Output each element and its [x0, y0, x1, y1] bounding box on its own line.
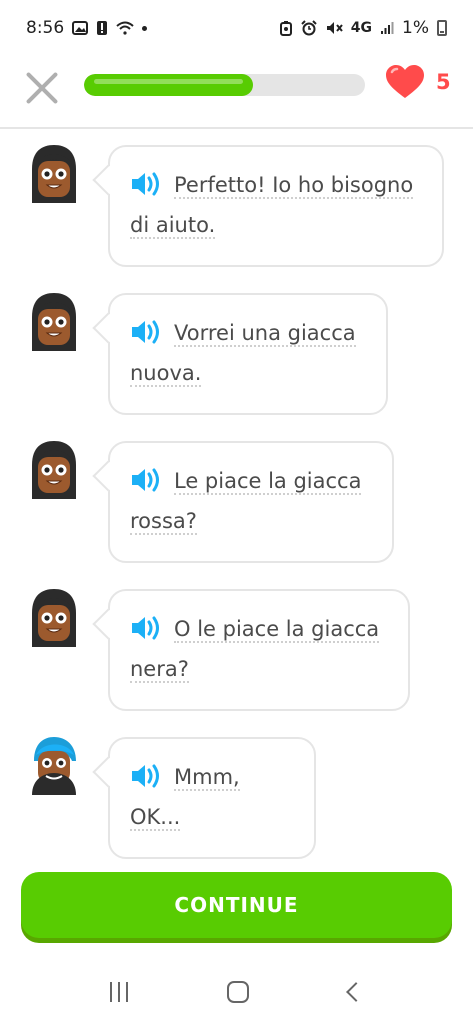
- mute-icon: [325, 20, 343, 36]
- speaker-icon[interactable]: [130, 762, 162, 790]
- system-nav-bar: [0, 960, 473, 1024]
- message-bubble: Le piace la giacca rossa?: [108, 441, 394, 563]
- lesson-header: 5: [0, 56, 473, 126]
- progress-fill: [84, 74, 253, 96]
- battery-label: 1%: [402, 18, 429, 38]
- lesson-progress-bar: [84, 74, 365, 96]
- back-icon[interactable]: [346, 982, 367, 1002]
- message-bubble: Mmm, OK...: [108, 737, 316, 859]
- woman-avatar: [32, 441, 76, 499]
- speaker-icon[interactable]: [130, 318, 162, 346]
- alarm-icon: [301, 20, 317, 36]
- alert-icon: [96, 20, 108, 36]
- network-label: 4G: [350, 20, 373, 36]
- woman-avatar: [32, 145, 76, 203]
- message-text: Vorrei una giacca nuova.: [130, 321, 356, 387]
- continue-button[interactable]: CONTINUE: [21, 872, 452, 938]
- hearts-count: 5: [436, 70, 451, 94]
- message-text: O le piace la giacca nera?: [130, 617, 380, 683]
- signal-icon: [380, 21, 394, 35]
- clock: 8:56: [26, 18, 65, 38]
- message-bubble: O le piace la giacca nera?: [108, 589, 410, 711]
- lesson-screen: 8:56 4G 1% 5 Perfetto! Io ho bisogno di …: [0, 0, 473, 1024]
- message-bubble: Perfetto! Io ho bisogno di aiuto.: [108, 145, 444, 267]
- woman-avatar: [32, 589, 76, 647]
- woman-avatar: [32, 293, 76, 351]
- wifi-icon: [116, 21, 134, 35]
- home-icon[interactable]: [227, 981, 250, 1003]
- heart-icon: [386, 65, 424, 98]
- hearts-counter[interactable]: 5: [384, 64, 451, 100]
- battery-saver-icon: [279, 20, 293, 36]
- speaker-icon[interactable]: [130, 466, 162, 494]
- status-bar: 8:56 4G 1%: [0, 0, 473, 56]
- message-text: Perfetto! Io ho bisogno di aiuto.: [130, 173, 414, 239]
- close-icon[interactable]: [24, 69, 60, 105]
- message-text: Le piace la giacca rossa?: [130, 469, 362, 535]
- recent-apps-icon[interactable]: [109, 982, 128, 1002]
- header-divider: [0, 127, 473, 129]
- notification-dot-icon: [142, 25, 148, 31]
- battery-icon: [437, 20, 447, 36]
- speaker-icon[interactable]: [130, 170, 162, 198]
- man-avatar: [32, 737, 76, 795]
- gallery-icon: [72, 21, 89, 35]
- message-bubble: Vorrei una giacca nuova.: [108, 293, 388, 415]
- speaker-icon[interactable]: [130, 614, 162, 642]
